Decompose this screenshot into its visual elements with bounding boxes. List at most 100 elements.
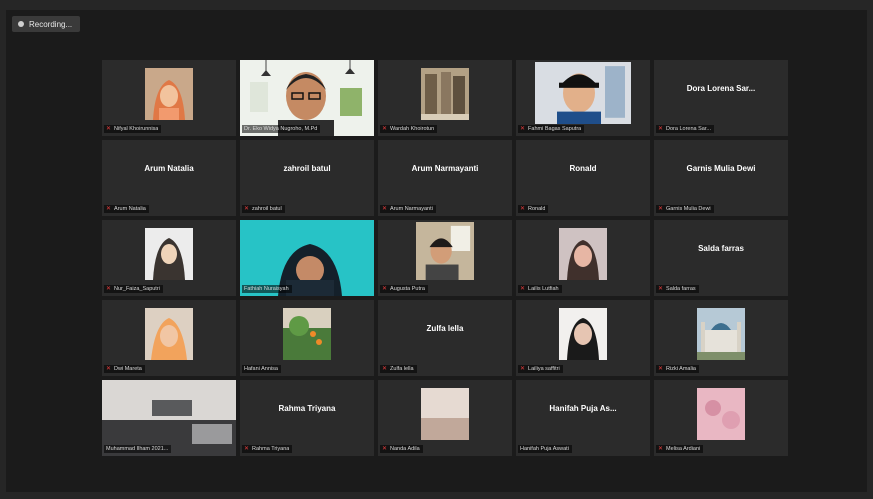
participant-name-label: ✕ Arum Narmayanti [380, 205, 436, 213]
participant-name: Ronald [528, 206, 546, 212]
participant-display-name: Zulfa lella [426, 324, 464, 333]
participant-tile[interactable]: ✕ Melisa Ardiani [654, 380, 788, 456]
participant-tile[interactable]: ✕ Nanda Adila [378, 380, 512, 456]
participant-tile[interactable]: ✕ Dwi Mareta [102, 300, 236, 376]
participant-display-name: Ronald [569, 164, 597, 173]
participant-tile[interactable]: Fathiah Nuraisyah [240, 220, 374, 296]
participant-name-label: ✕ Wardah Khoirotun [380, 125, 438, 133]
participant-tile[interactable]: Hanifah Puja As... Hanifah Puja Aswati [516, 380, 650, 456]
participant-name-label: Fathiah Nuraisyah [242, 285, 292, 293]
participant-tile[interactable]: ✕ Rizki Amalia [654, 300, 788, 376]
participant-tile[interactable]: zahroil batul ✕ zahroil batul [240, 140, 374, 216]
participant-name: Lailiya saffitri [528, 366, 560, 372]
muted-mic-icon: ✕ [106, 366, 112, 372]
participant-display-name: Dora Lorena Sar... [686, 84, 756, 93]
participant-tile[interactable]: Hafani Annisa [240, 300, 374, 376]
recording-indicator[interactable]: Recording... [12, 16, 81, 32]
participant-name: Melisa Ardiani [666, 446, 701, 452]
participant-name-label: ✕ Melisa Ardiani [656, 445, 704, 453]
participant-tile[interactable]: Dora Lorena Sar... ✕ Dora Lorena Sar... [654, 60, 788, 136]
participant-video [145, 308, 193, 360]
participant-tile[interactable]: Zulfa lella ✕ Zulfa lella [378, 300, 512, 376]
participant-name: Hanifah Puja Aswati [520, 446, 569, 452]
participant-tile[interactable]: ✕ Augusta Putra [378, 220, 512, 296]
participant-tile[interactable]: Salda farras ✕ Salda farras [654, 220, 788, 296]
participant-name-label: Dr. Eko Widya Nugroho, M.Pd [242, 125, 321, 133]
participant-name: Nifyal Khoirunnisa [114, 126, 159, 132]
participant-tile[interactable]: ✕ Wardah Khoirotun [378, 60, 512, 136]
participant-name-label: ✕ Nur_Faiza_Saputri [104, 285, 163, 293]
participant-name: Hafani Annisa [244, 366, 278, 372]
muted-mic-icon: ✕ [658, 366, 664, 372]
participant-name-label: ✕ Zulfa lella [380, 365, 417, 373]
participant-name: Nur_Faiza_Saputri [114, 286, 160, 292]
participant-name: Dr. Eko Widya Nugroho, M.Pd [244, 126, 318, 132]
participant-display-name: Rahma Triyana [278, 404, 336, 413]
participant-tile[interactable]: ✕ Nur_Faiza_Saputri [102, 220, 236, 296]
participant-tile[interactable]: ✕ Fahmi Bagas Saputra [516, 60, 650, 136]
participant-display-name: Garnis Mulia Dewi [686, 164, 756, 173]
participant-tile[interactable]: Arum Natalia ✕ Arum Natalia [102, 140, 236, 216]
muted-mic-icon: ✕ [382, 446, 388, 452]
participant-video [697, 308, 745, 360]
muted-mic-icon: ✕ [520, 286, 526, 292]
participant-video [535, 62, 631, 124]
muted-mic-icon: ✕ [658, 446, 664, 452]
participant-name-label: ✕ Rahma Triyana [242, 445, 293, 453]
participant-tile[interactable]: ✕ Lailiya saffitri [516, 300, 650, 376]
participant-name-label: ✕ Ronald [518, 205, 549, 213]
participant-tile[interactable]: Arum Narmayanti ✕ Arum Narmayanti [378, 140, 512, 216]
muted-mic-icon: ✕ [658, 206, 664, 212]
participant-video [421, 68, 469, 120]
muted-mic-icon: ✕ [106, 286, 112, 292]
participant-tile[interactable]: ✕ Nifyal Khoirunnisa [102, 60, 236, 136]
participant-display-name: Hanifah Puja As... [549, 404, 617, 413]
participant-display-name: Arum Natalia [144, 164, 194, 173]
participant-name: Dora Lorena Sar... [666, 126, 711, 132]
participant-tile[interactable]: Ronald ✕ Ronald [516, 140, 650, 216]
participant-tile[interactable]: ✕ Lailis Lutfiah [516, 220, 650, 296]
participant-name: Wardah Khoirotun [390, 126, 435, 132]
muted-mic-icon: ✕ [520, 366, 526, 372]
participant-name-label: ✕ zahroil batul [242, 205, 285, 213]
participant-name: zahroil batul [252, 206, 282, 212]
participant-name-label: ✕ Dwi Mareta [104, 365, 145, 373]
participant-name-label: Hanifah Puja Aswati [518, 445, 572, 453]
muted-mic-icon: ✕ [520, 126, 526, 132]
participant-tile[interactable]: Muhammad Ilham 2021... [102, 380, 236, 456]
participant-name: Nanda Adila [390, 446, 420, 452]
muted-mic-icon: ✕ [382, 206, 388, 212]
participant-name: Rizki Amalia [666, 366, 696, 372]
participant-display-name: Salda farras [698, 244, 744, 253]
participant-tile[interactable]: Dr. Eko Widya Nugroho, M.Pd [240, 60, 374, 136]
participant-name: Salda farras [666, 286, 696, 292]
participant-name: Arum Natalia [114, 206, 146, 212]
muted-mic-icon: ✕ [658, 126, 664, 132]
participant-name-label: ✕ Nanda Adila [380, 445, 423, 453]
participant-name: Fahmi Bagas Saputra [528, 126, 582, 132]
muted-mic-icon: ✕ [106, 126, 112, 132]
participant-name-label: ✕ Garnis Mulia Dewi [656, 205, 714, 213]
participant-name-label: ✕ Arum Natalia [104, 205, 149, 213]
participant-name: Fathiah Nuraisyah [244, 286, 289, 292]
participant-video [697, 388, 745, 440]
participant-video [559, 228, 607, 280]
participant-video [421, 388, 469, 440]
participant-name-label: ✕ Dora Lorena Sar... [656, 125, 714, 133]
participant-name: Augusta Putra [390, 286, 425, 292]
participant-grid: ✕ Nifyal Khoirunnisa Dr. Eko Widya Nugroho… [102, 60, 788, 456]
participant-video [416, 222, 474, 280]
participant-name: Arum Narmayanti [390, 206, 433, 212]
participant-video [559, 308, 607, 360]
participant-tile[interactable]: Rahma Triyana ✕ Rahma Triyana [240, 380, 374, 456]
participant-name: Garnis Mulia Dewi [666, 206, 711, 212]
participant-video [283, 308, 331, 360]
muted-mic-icon: ✕ [520, 206, 526, 212]
participant-display-name: zahroil batul [283, 164, 331, 173]
participant-video [145, 68, 193, 120]
participant-name-label: ✕ Nifyal Khoirunnisa [104, 125, 162, 133]
participant-name-label: ✕ Lailiya saffitri [518, 365, 563, 373]
muted-mic-icon: ✕ [658, 286, 664, 292]
participant-tile[interactable]: Garnis Mulia Dewi ✕ Garnis Mulia Dewi [654, 140, 788, 216]
muted-mic-icon: ✕ [382, 286, 388, 292]
